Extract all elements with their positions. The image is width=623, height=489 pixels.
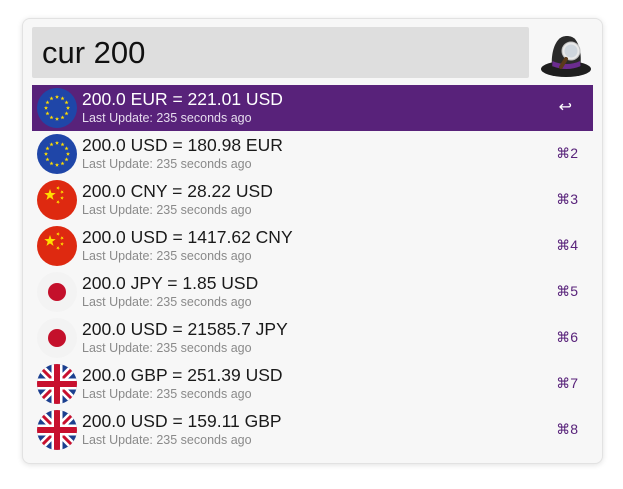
result-shortcut: ⌘4 — [556, 237, 578, 253]
result-row[interactable]: 200.0 USD = 1417.62 CNY Last Update: 235… — [32, 223, 593, 269]
search-bar — [32, 27, 593, 81]
result-shortcut: ⌘5 — [556, 283, 578, 299]
result-row[interactable]: 200.0 CNY = 28.22 USD Last Update: 235 s… — [32, 177, 593, 223]
uk-flag-icon — [37, 364, 77, 404]
result-shortcut: ↩ — [558, 99, 572, 116]
result-title: 200.0 EUR = 221.01 USD — [82, 89, 283, 109]
launcher-window: 200.0 EUR = 221.01 USD Last Update: 235 … — [22, 18, 603, 464]
result-row[interactable]: 200.0 USD = 180.98 EUR Last Update: 235 … — [32, 131, 593, 177]
result-title: 200.0 JPY = 1.85 USD — [82, 273, 259, 293]
result-subtitle: Last Update: 235 seconds ago — [82, 433, 252, 447]
result-subtitle: Last Update: 235 seconds ago — [82, 341, 252, 355]
result-title: 200.0 USD = 1417.62 CNY — [82, 227, 293, 247]
result-row[interactable]: 200.0 GBP = 251.39 USD Last Update: 235 … — [32, 361, 593, 407]
result-row[interactable]: 200.0 USD = 159.11 GBP Last Update: 235 … — [32, 407, 593, 453]
results-list: 200.0 EUR = 221.01 USD Last Update: 235 … — [32, 85, 593, 453]
result-subtitle: Last Update: 235 seconds ago — [82, 295, 252, 309]
alfred-hat-icon[interactable] — [539, 27, 593, 81]
china-flag-icon — [37, 226, 77, 266]
result-subtitle: Last Update: 235 seconds ago — [82, 157, 252, 171]
result-shortcut: ⌘6 — [556, 329, 578, 345]
result-shortcut: ⌘7 — [556, 375, 578, 391]
result-subtitle: Last Update: 235 seconds ago — [82, 387, 252, 401]
result-title: 200.0 USD = 21585.7 JPY — [82, 319, 288, 339]
result-subtitle: Last Update: 235 seconds ago — [82, 249, 252, 263]
result-shortcut: ⌘3 — [556, 191, 578, 207]
eu-flag-icon — [37, 88, 77, 128]
eu-flag-icon — [37, 134, 77, 174]
result-subtitle: Last Update: 235 seconds ago — [82, 203, 252, 217]
result-shortcut: ⌘8 — [556, 421, 578, 437]
result-row[interactable]: 200.0 JPY = 1.85 USD Last Update: 235 se… — [32, 269, 593, 315]
result-subtitle: Last Update: 235 seconds ago — [82, 111, 252, 125]
result-shortcut: ⌘2 — [556, 145, 578, 161]
japan-flag-icon — [37, 318, 77, 358]
search-input[interactable] — [32, 27, 529, 78]
result-title: 200.0 USD = 180.98 EUR — [82, 135, 283, 155]
china-flag-icon — [37, 180, 77, 220]
result-title: 200.0 GBP = 251.39 USD — [82, 365, 283, 385]
uk-flag-icon — [37, 410, 77, 450]
result-row[interactable]: 200.0 EUR = 221.01 USD Last Update: 235 … — [32, 85, 593, 131]
result-row[interactable]: 200.0 USD = 21585.7 JPY Last Update: 235… — [32, 315, 593, 361]
result-title: 200.0 CNY = 28.22 USD — [82, 181, 273, 201]
japan-flag-icon — [37, 272, 77, 312]
result-title: 200.0 USD = 159.11 GBP — [82, 411, 282, 431]
